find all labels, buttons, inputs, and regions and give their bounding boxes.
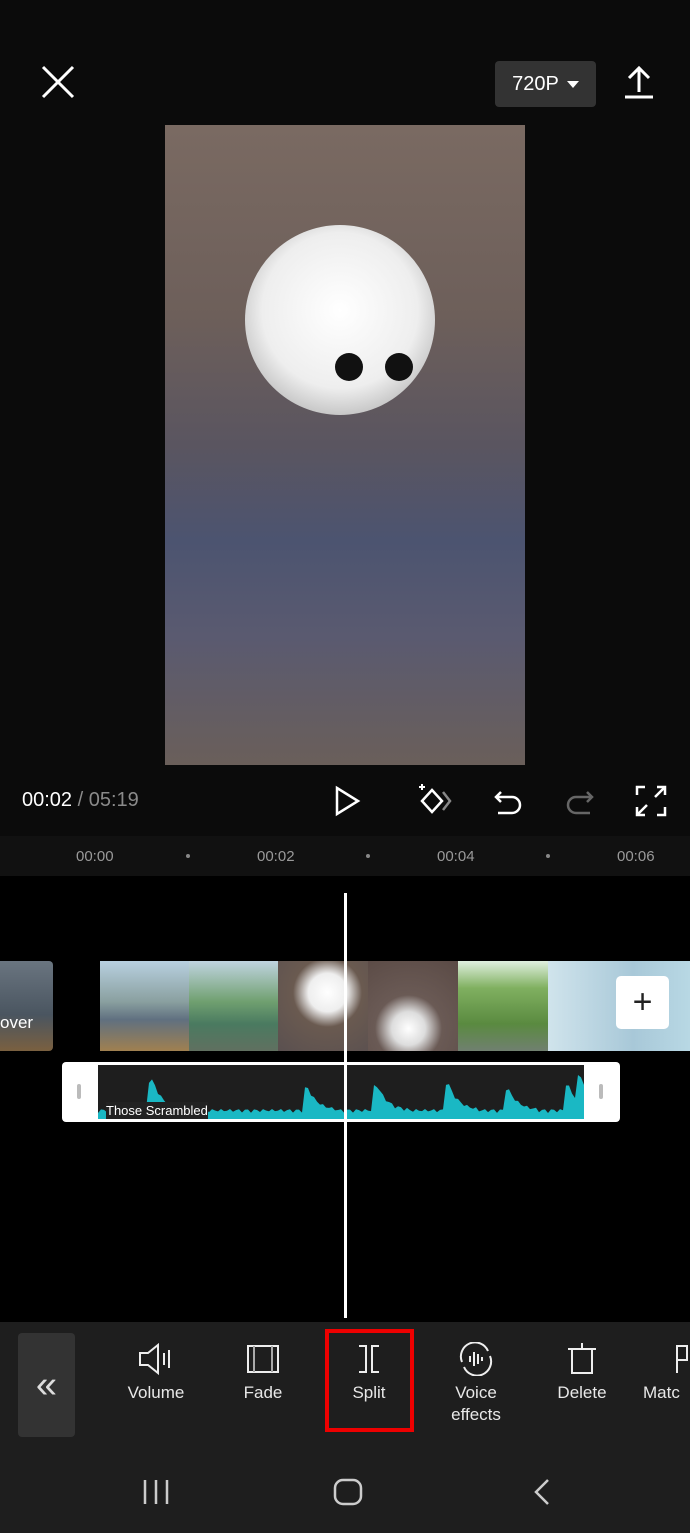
collapse-back-button[interactable]: «	[18, 1333, 75, 1437]
audio-title: Those Scrambled	[106, 1102, 208, 1119]
trim-handle-right[interactable]	[599, 1084, 603, 1099]
keyframe-icon[interactable]	[416, 783, 452, 819]
volume-icon	[139, 1342, 170, 1376]
fade-button[interactable]: Fade	[218, 1342, 308, 1404]
delete-button[interactable]: Delete	[537, 1342, 627, 1404]
play-icon[interactable]	[328, 783, 364, 819]
close-icon[interactable]	[38, 62, 78, 102]
video-clip-thumb[interactable]	[368, 961, 458, 1051]
undo-icon[interactable]	[490, 783, 526, 819]
match-button[interactable]: Matc	[643, 1342, 690, 1404]
time-display: 00:02 / 05:19	[22, 789, 139, 812]
cover-label: over	[0, 1013, 34, 1032]
video-clip-thumb[interactable]	[278, 961, 368, 1051]
tick-label: 00:04	[437, 848, 475, 865]
tick-label: 00:02	[257, 848, 295, 865]
recent-apps-icon[interactable]	[140, 1477, 172, 1507]
export-icon[interactable]	[622, 64, 656, 100]
current-time: 00:02	[22, 789, 73, 811]
resolution-label: 720P	[512, 72, 559, 95]
audio-track[interactable]: Those Scrambled	[62, 1062, 620, 1122]
system-nav-bar	[0, 1455, 690, 1533]
playhead[interactable]	[344, 893, 347, 1318]
add-clip-button[interactable]: +	[616, 976, 669, 1029]
tool-label: Volume	[127, 1383, 185, 1402]
fullscreen-icon[interactable]	[633, 783, 669, 819]
tool-label: Fade	[243, 1383, 283, 1402]
tick-dot	[186, 854, 190, 858]
back-icon[interactable]	[528, 1477, 560, 1507]
video-clip-thumb[interactable]	[100, 961, 190, 1051]
video-clip-thumb[interactable]	[458, 961, 548, 1051]
volume-button[interactable]: Volume	[111, 1342, 201, 1404]
voice-effects-button[interactable]: Voice effects	[431, 1342, 521, 1426]
fade-icon	[247, 1345, 279, 1373]
audio-waveform: Those Scrambled	[98, 1065, 584, 1119]
video-clip-thumb[interactable]	[189, 961, 279, 1051]
time-ruler: 00:00 00:02 00:04 00:06	[0, 836, 690, 876]
cover-button[interactable]: over	[0, 961, 53, 1051]
caret-down-icon	[566, 80, 579, 88]
tick-label: 00:06	[617, 848, 655, 865]
trim-handle-left[interactable]	[77, 1084, 81, 1099]
eye	[385, 353, 413, 381]
total-time: / 05:19	[77, 789, 139, 811]
eye	[335, 353, 363, 381]
delete-icon	[568, 1343, 596, 1374]
voice-effects-icon	[459, 1342, 493, 1376]
match-icon	[676, 1345, 688, 1373]
bird-image	[245, 225, 435, 415]
split-highlight-box	[325, 1329, 414, 1432]
tick-dot	[366, 854, 370, 858]
tick-dot	[546, 854, 550, 858]
resolution-dropdown[interactable]: 720P	[495, 61, 596, 107]
video-preview[interactable]	[165, 125, 525, 765]
tool-label: Delete	[557, 1383, 607, 1402]
tool-label: Matc	[643, 1383, 680, 1402]
tool-label: Voice effects	[451, 1383, 501, 1424]
home-icon[interactable]	[332, 1477, 364, 1507]
redo-icon[interactable]	[562, 783, 598, 819]
tick-label: 00:00	[76, 848, 114, 865]
